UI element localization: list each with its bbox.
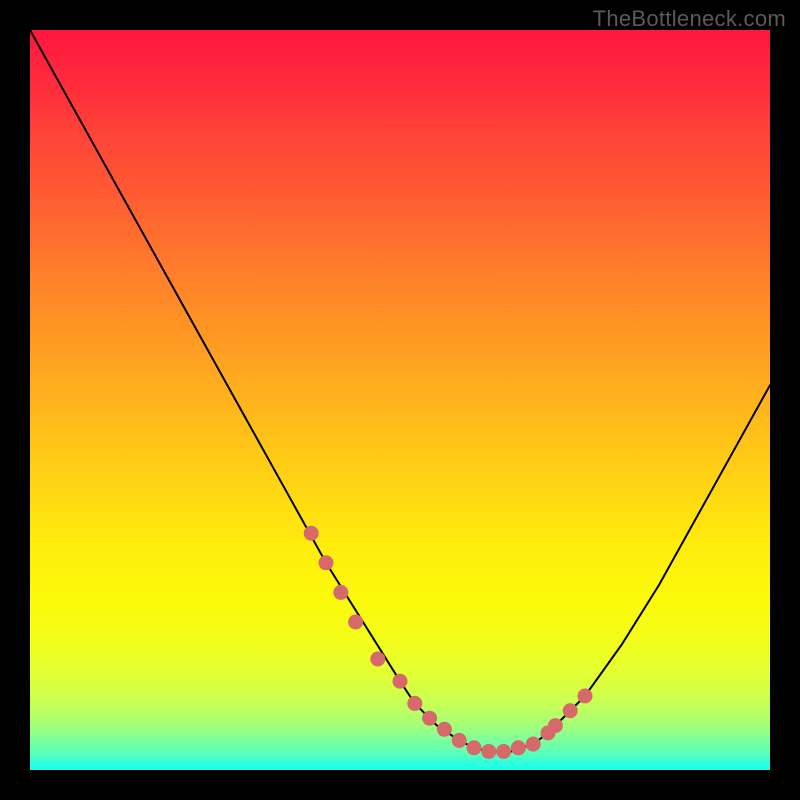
- marker-point: [452, 733, 466, 747]
- marker-point: [393, 674, 407, 688]
- marker-point: [578, 689, 592, 703]
- chart-svg: [30, 30, 770, 770]
- marker-point: [467, 741, 481, 755]
- chart-stage: TheBottleneck.com: [0, 0, 800, 800]
- marker-point: [437, 722, 451, 736]
- marker-point: [304, 526, 318, 540]
- marker-point: [526, 737, 540, 751]
- marker-point: [548, 719, 562, 733]
- marker-point: [497, 745, 511, 759]
- marker-group: [304, 526, 592, 758]
- marker-point: [319, 556, 333, 570]
- marker-point: [482, 745, 496, 759]
- watermark-text: TheBottleneck.com: [593, 6, 786, 32]
- marker-point: [371, 652, 385, 666]
- marker-point: [334, 585, 348, 599]
- plot-area: [30, 30, 770, 770]
- bottleneck-curve: [30, 30, 770, 752]
- marker-point: [349, 615, 363, 629]
- marker-point: [563, 704, 577, 718]
- marker-point: [423, 711, 437, 725]
- marker-point: [511, 741, 525, 755]
- marker-point: [408, 696, 422, 710]
